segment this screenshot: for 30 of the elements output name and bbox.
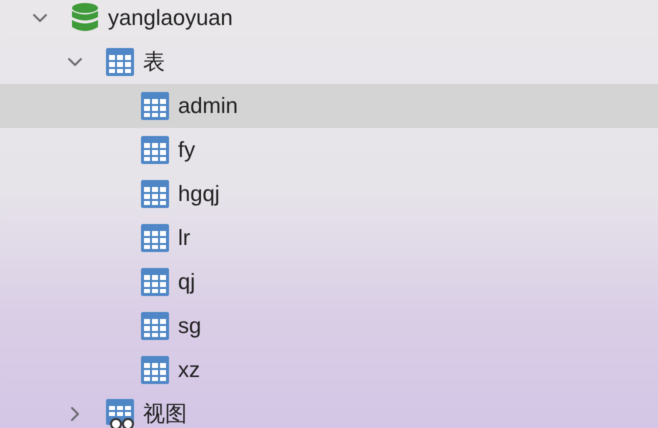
tree-item[interactable]: lr <box>0 216 658 260</box>
item-label: yanglaoyuan <box>108 5 233 31</box>
item-label: admin <box>178 93 238 119</box>
tree-item[interactable]: hgqj <box>0 172 658 216</box>
item-label: sg <box>178 313 202 339</box>
table-icon <box>105 46 135 78</box>
tree-item[interactable]: yanglaoyuan <box>0 0 658 40</box>
table-icon <box>140 90 170 122</box>
table-icon <box>140 266 170 298</box>
item-label: 表 <box>143 48 165 76</box>
table-icon <box>140 134 170 166</box>
view-table-icon <box>105 398 135 428</box>
item-label: fy <box>178 137 196 163</box>
tree-item[interactable]: 表 <box>0 40 658 84</box>
item-label: 视图 <box>143 400 187 428</box>
tree-item[interactable]: sg <box>0 304 658 348</box>
tree-item[interactable]: xz <box>0 348 658 392</box>
tree-item[interactable]: admin <box>0 84 658 128</box>
table-icon <box>140 354 170 386</box>
table-icon <box>140 222 170 254</box>
item-label: xz <box>178 357 200 383</box>
item-label: qj <box>178 269 196 295</box>
item-label: lr <box>178 225 190 251</box>
tree-item[interactable]: 视图 <box>0 392 658 428</box>
table-icon <box>140 178 170 210</box>
table-icon <box>140 310 170 342</box>
tree-item[interactable]: qj <box>0 260 658 304</box>
database-icon <box>70 2 100 34</box>
tree-item[interactable]: fy <box>0 128 658 172</box>
item-label: hgqj <box>178 181 220 207</box>
